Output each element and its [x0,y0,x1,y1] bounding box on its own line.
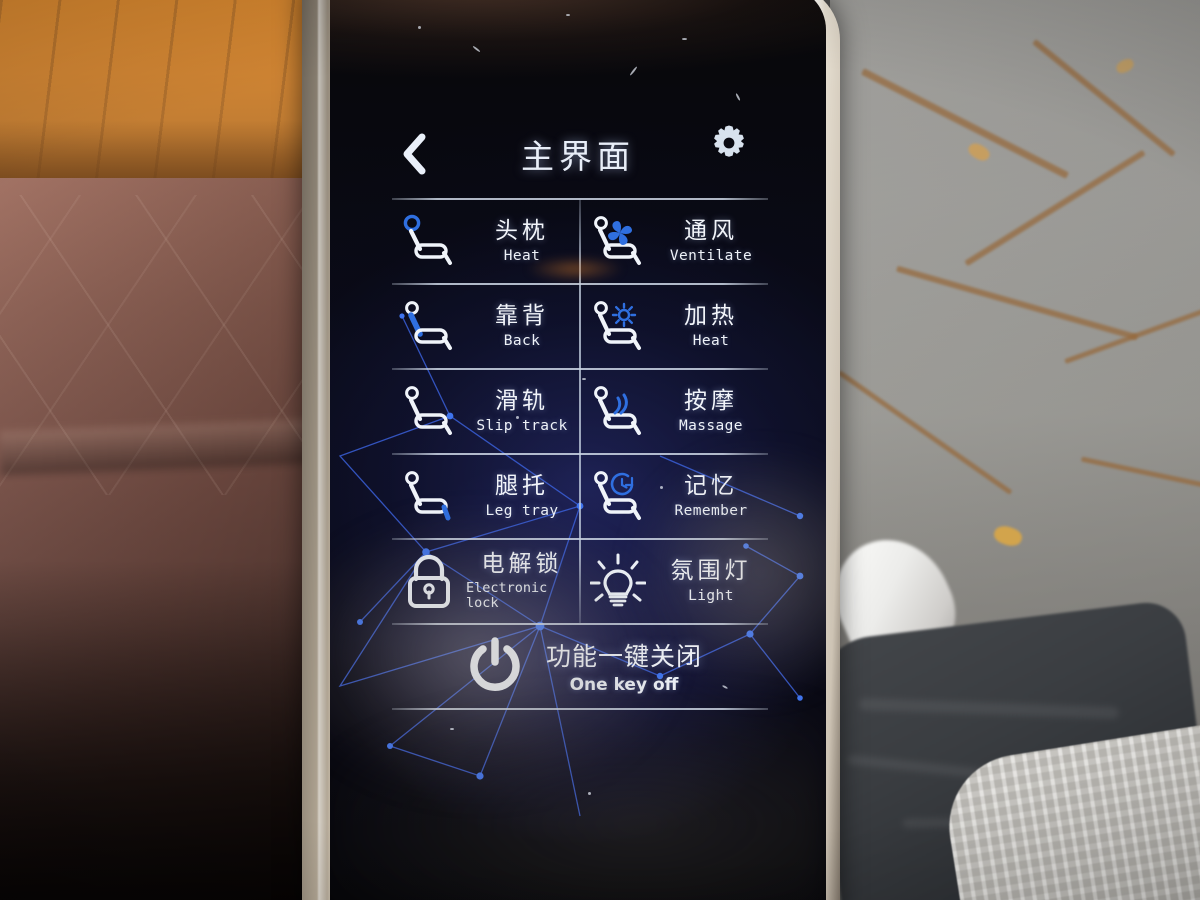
bezel-left-edge [318,0,328,900]
page-title: 主界面 [521,137,635,176]
menu-label-en: Massage [679,417,743,434]
seat-heat-icon [581,292,655,362]
gear-icon [714,125,744,157]
padlock-icon [392,547,466,617]
photo-scene: 主界面 头枕 Heat 通风 Ventilate 靠背 Back 加热 Heat… [0,0,1200,900]
leather-shadow [0,560,332,900]
menu-label-zh: 靠背 [495,303,549,329]
menu-label-en: Heat [503,247,541,264]
menu-label-zh: 按摩 [684,388,738,414]
lightbulb-icon [581,547,655,617]
seat-slide-icon [392,377,466,447]
menu-item-electronic-lock[interactable]: 电解锁 Electronic lock [392,539,580,624]
header-bar: 主界面 [330,116,826,192]
menu-label-zh: 氛围灯 [670,558,752,584]
one-key-off-label-zh: 功能一键关闭 [545,642,702,671]
ui-layer: 主界面 头枕 Heat 通风 Ventilate 靠背 Back 加热 Heat… [330,0,826,900]
menu-item-slip-track[interactable]: 滑轨 Slip track [392,369,580,454]
menu-label-zh: 头枕 [495,218,549,244]
menu-label-zh: 记忆 [684,473,738,499]
menu-label-zh: 通风 [684,218,738,244]
seat-backrest-icon [392,292,466,362]
menu-item-backrest[interactable]: 靠背 Back [392,284,580,369]
menu-label-zh: 滑轨 [495,388,549,414]
menu-label-zh: 电解锁 [481,551,563,578]
seat-legrest-icon [392,462,466,532]
one-key-off-label-en: One key off [569,675,679,695]
touchscreen-display[interactable]: 主界面 头枕 Heat 通风 Ventilate 靠背 Back 加热 Heat… [330,0,826,900]
menu-item-leg-tray[interactable]: 腿托 Leg tray [392,454,580,539]
seat-massage-icon [581,377,655,447]
menu-item-ventilate[interactable]: 通风 Ventilate [581,199,769,284]
grid-divider-6 [392,708,768,710]
menu-label-en: Back [503,332,541,349]
menu-label-en: Remember [674,502,748,519]
power-icon [458,629,532,703]
menu-label-en: Leg tray [485,502,559,519]
seat-headrest-icon [392,207,466,277]
menu-item-memory[interactable]: 记忆 Remember [581,454,769,539]
seat-ventilate-icon [581,207,655,277]
menu-item-headrest[interactable]: 头枕 Heat [392,199,580,284]
menu-label-en: Light [688,587,734,604]
menu-label-en: Heat [692,332,730,349]
menu-label-zh: 腿托 [495,473,549,499]
menu-item-heat[interactable]: 加热 Heat [581,284,769,369]
menu-item-massage[interactable]: 按摩 Massage [581,369,769,454]
menu-label-en: Electronic lock [466,579,548,611]
one-key-off-button[interactable]: 功能一键关闭 One key off [392,626,768,706]
seat-memory-icon [581,462,655,532]
menu-item-ambient-light[interactable]: 氛围灯 Light [581,539,769,624]
menu-label-zh: 加热 [684,303,738,329]
settings-button[interactable] [708,122,750,168]
menu-label-en: Ventilate [669,247,753,264]
menu-label-en: Slip track [476,417,568,434]
